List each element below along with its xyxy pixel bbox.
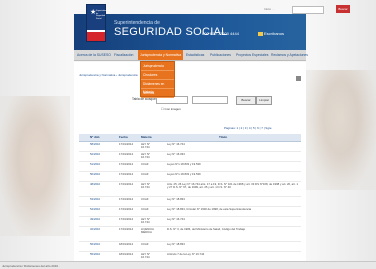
dictamen-date: 17/01/2014 <box>119 182 133 186</box>
dictamen-date: 17/01/2014 <box>119 172 133 176</box>
clear-button[interactable]: Limpiar <box>256 96 272 105</box>
page: Inicio · · Buscar ★ Superintendencia de … <box>0 0 376 269</box>
table-row[interactable]: 49/2010 17/01/2014 LEY N° 16.744 Ley N° 16.… <box>79 217 301 227</box>
dropdown-item-jurisprudencia[interactable]: Jurisprudencia <box>141 62 174 71</box>
table-row[interactable]: 54/2010 17/01/2014 CCAF Ley N° 18.833, Circ… <box>79 207 301 217</box>
dictamen-title: Ley N° 18.833 <box>167 242 185 246</box>
nav-item-acerca[interactable]: Acerca de la SUSESO <box>77 50 111 60</box>
dictamen-title: Arts. 25, 26 Ley N° 16.744 arts. 17 a 19… <box>167 182 299 190</box>
dictamen-title: Ley N° 16.033 <box>167 152 185 156</box>
table-row[interactable]: 32/2010 17/01/2014 LICENCIA MÉDICA D.S. N° … <box>79 227 301 242</box>
dictamen-number[interactable]: 58/2010 <box>90 142 100 146</box>
site-header: ★ Superintendencia de Seguridad Social S… <box>74 4 306 50</box>
dictamen-title: Ley N° 16.744 <box>167 142 185 146</box>
dictamen-title: Artículo 7 de la Ley N° 16.744 <box>167 252 205 256</box>
dictamen-number[interactable]: 32/2010 <box>90 227 100 231</box>
dictamen-type: LEY N° 16.744 <box>141 252 151 260</box>
dropdown-item-dictamenes[interactable]: Dictámenes en Materia <box>141 80 174 94</box>
dictamen-number[interactable]: 48/2010 <box>90 182 100 186</box>
dictamen-date: 18/01/2014 <box>119 252 133 256</box>
table-row[interactable]: 53/2010 17/01/2014 CCAF Ley N° 18.833 <box>79 197 301 207</box>
results-table: Nº dict. Fecha Materia Título 58/2010 17/… <box>79 134 301 269</box>
dictamen-date: 17/01/2014 <box>119 227 133 231</box>
top-search-input[interactable] <box>292 6 324 14</box>
dictamen-type: CCAF <box>141 172 149 176</box>
contact-link[interactable]: Escríbanos <box>258 31 284 36</box>
top-search-button[interactable]: Buscar <box>336 5 350 13</box>
dictamen-number[interactable]: 56/2010 <box>90 242 100 246</box>
dictamen-type: CCAF <box>141 197 149 201</box>
dictamen-title: Ley N° 18.833 <box>167 197 185 201</box>
logo-text: Superintendencia de Seguridad Social <box>96 10 112 20</box>
table-row[interactable]: 50/2010 17/01/2014 CCAF Leyes N°s 18.833 y … <box>79 172 301 182</box>
browser-status-bar: Jurisprudencia / Dictámenes del año 2010… <box>0 261 376 269</box>
header-title: Título <box>219 135 228 139</box>
dictamen-title: D.S. N° 3, de 1984, del Ministerio de Sa… <box>167 227 246 231</box>
header-type: Materia <box>141 135 152 139</box>
dictamen-type: CCAF <box>141 242 149 246</box>
dictamen-number[interactable]: 51/2010 <box>90 162 100 166</box>
dictamen-type: LEY N° 16.744 <box>141 217 151 225</box>
dictamen-title: Ley N° 18.833, Circular N° 1600 de 1998,… <box>167 207 252 211</box>
table-row[interactable]: 52/2010 17/01/2014 LEY N° 16.744 Ley N° 16.… <box>79 152 301 162</box>
dictamen-title: Ley N° 16.744 <box>167 217 185 221</box>
search-input[interactable] <box>192 96 228 104</box>
header-num[interactable]: Nº dict. <box>90 134 100 141</box>
header-date[interactable]: Fecha <box>119 134 128 141</box>
dropdown-item-normas[interactable]: Normas <box>141 89 174 98</box>
dictamen-type: LICENCIA MÉDICA <box>141 227 154 235</box>
top-links[interactable]: Inicio · · <box>264 7 275 11</box>
jurisprudencia-dropdown: Jurisprudencia Circulares Dictámenes en … <box>140 61 175 98</box>
dictamen-type: LEY N° 16.744 <box>141 142 151 150</box>
nav-item-estadisticas[interactable]: Estadísticas <box>186 50 204 60</box>
dictamen-date: 17/01/2014 <box>119 142 133 146</box>
dictamen-title: Leyes N°s 18.833 y 19.539 <box>167 162 201 166</box>
dictamen-date: 17/01/2014 <box>119 207 133 211</box>
table-body: 58/2010 17/01/2014 LEY N° 16.744 Ley N° 16.… <box>79 142 301 269</box>
nav-item-proyectos[interactable]: Proyectos Especiales <box>236 50 268 60</box>
dictamen-number[interactable]: 49/2010 <box>90 217 100 221</box>
table-row[interactable]: 56/2010 18/01/2014 CCAF Ley N° 18.833 <box>79 242 301 252</box>
nav-item-fiscalizacion[interactable]: Fiscalización <box>114 50 133 60</box>
dictamen-date: 17/01/2014 <box>119 197 133 201</box>
dictamen-number[interactable]: 53/2010 <box>90 197 100 201</box>
phone-number: 600 600 - 2600 4444 <box>202 31 239 36</box>
dictamen-type: LEY N° 16.744 <box>141 182 151 190</box>
dropdown-item-circulares[interactable]: Circulares <box>141 71 174 80</box>
search-button[interactable]: Buscar <box>236 96 256 105</box>
dictamen-number[interactable]: 50/2010 <box>90 172 100 176</box>
background-photo-right <box>306 70 376 190</box>
main-content: Jurisprudencia y Normativa › Jurispruden… <box>74 62 306 269</box>
background-photo-left <box>0 96 70 236</box>
table-row[interactable]: 48/2010 17/01/2014 LEY N° 16.744 Arts. 25, … <box>79 182 301 197</box>
breadcrumb[interactable]: Jurisprudencia y Normativa › Jurispruden… <box>79 73 138 77</box>
dictamen-date: 17/01/2014 <box>119 217 133 221</box>
dictamen-type: LEY N° 16.744 <box>141 152 151 160</box>
mail-icon <box>258 32 263 36</box>
dictamen-date: 17/01/2014 <box>119 162 133 166</box>
nav-item-publicaciones[interactable]: Publicaciones <box>210 50 231 60</box>
nav-item-reclamos[interactable]: Reclamos y Apelaciones <box>271 50 308 60</box>
main-nav: Acerca de la SUSESO Fiscalización Jurisp… <box>74 50 308 61</box>
pagination[interactable]: Páginas: 1 | 2 | 3 | 4 | 5 | 6 | 7 | Sgt… <box>224 126 271 130</box>
image-checkbox[interactable]: ☐ Con imagen <box>161 107 181 111</box>
dictamen-type: CCAF <box>141 162 149 166</box>
dictamen-number[interactable]: 52/2010 <box>90 152 100 156</box>
dictamen-number[interactable]: 55/2010 <box>90 252 100 256</box>
dictamen-type: CCAF <box>141 207 149 211</box>
table-row[interactable]: 51/2010 17/01/2014 CCAF Leyes N°s 18.833 y … <box>79 162 301 172</box>
table-row[interactable]: 58/2010 17/01/2014 LEY N° 16.744 Ley N° 16.… <box>79 142 301 152</box>
suseso-logo[interactable]: ★ Superintendencia de Seguridad Social <box>86 4 112 42</box>
dictamen-date: 18/01/2014 <box>119 242 133 246</box>
table-header: Nº dict. Fecha Materia Título <box>79 134 301 142</box>
print-icon[interactable] <box>296 76 301 81</box>
dictamen-title: Leyes N°s 18.833 y 19.539 <box>167 172 201 176</box>
nav-item-jurisprudencia[interactable]: Jurisprudencia y Normativa <box>138 50 184 60</box>
dictamen-number[interactable]: 54/2010 <box>90 207 100 211</box>
dictamen-date: 17/01/2014 <box>119 152 133 156</box>
